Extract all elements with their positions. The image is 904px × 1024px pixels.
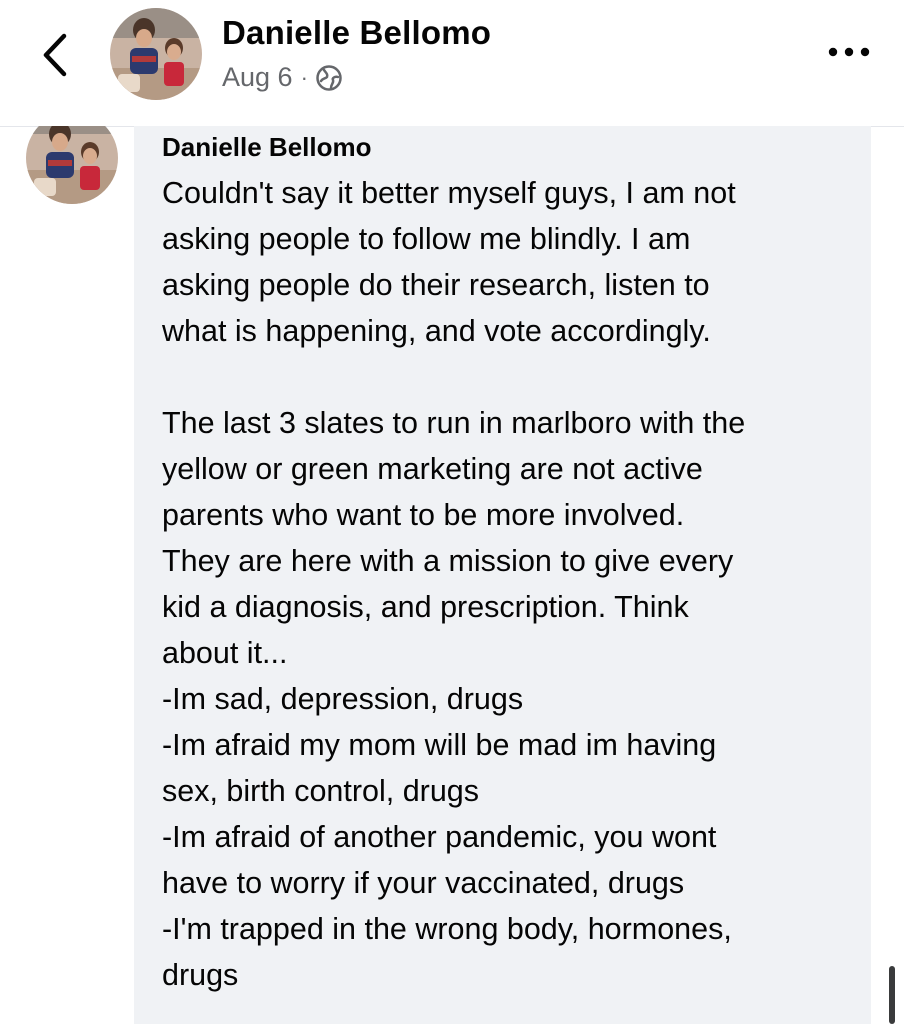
chevron-left-icon: [43, 33, 67, 77]
post-screen: Danielle Bellomo Aug 6 · Danielle Bellom…: [0, 0, 904, 1024]
globe-icon: [316, 64, 342, 91]
post-date[interactable]: Aug 6: [222, 62, 293, 93]
comment-line: asking people do their research, listen …: [162, 268, 710, 302]
comment-line: what is happening, and vote accordingly.: [162, 314, 711, 348]
comment-line: -Im afraid my mom will be mad im having: [162, 728, 717, 762]
comment-line: They are here with a mission to give eve…: [162, 544, 734, 578]
comment-line: Couldn't say it better myself guys, I am…: [162, 176, 736, 210]
comment-author-name[interactable]: Danielle Bellomo: [162, 132, 372, 163]
comment-line: parents who want to be more involved.: [162, 498, 685, 532]
comment-line: have to worry if your vaccinated, drugs: [162, 866, 685, 900]
scrollbar[interactable]: [889, 966, 895, 1024]
author-avatar[interactable]: [110, 8, 202, 100]
back-button[interactable]: [36, 30, 76, 80]
comment-line: -I'm trapped in the wrong body, hormones…: [162, 912, 732, 946]
comment-line: about it...: [162, 636, 288, 670]
comment-line: asking people to follow me blindly. I am: [162, 222, 691, 256]
comment-line: -Im afraid of another pandemic, you wont: [162, 820, 717, 854]
more-options-button[interactable]: [826, 40, 872, 64]
post-meta: Aug 6 ·: [222, 62, 342, 93]
more-horizontal-icon: [828, 47, 870, 57]
comment-author-avatar[interactable]: [26, 126, 118, 204]
author-name[interactable]: Danielle Bellomo: [222, 14, 491, 52]
comment-line: yellow or green marketing are not active: [162, 452, 703, 486]
meta-separator: ·: [300, 64, 308, 90]
comment-text: Couldn't say it better myself guys, I am…: [162, 170, 862, 998]
avatar-photo: [110, 8, 202, 100]
comment-line: -Im sad, depression, drugs: [162, 682, 524, 716]
comment-line: sex, birth control, drugs: [162, 774, 480, 808]
post-header: Danielle Bellomo Aug 6 ·: [0, 0, 904, 127]
comment-line: [162, 354, 862, 400]
comment-line: kid a diagnosis, and prescription. Think: [162, 590, 689, 624]
avatar-photo: [26, 126, 118, 204]
comment-line: The last 3 slates to run in marlboro wit…: [162, 406, 746, 440]
comment-line: drugs: [162, 958, 239, 992]
